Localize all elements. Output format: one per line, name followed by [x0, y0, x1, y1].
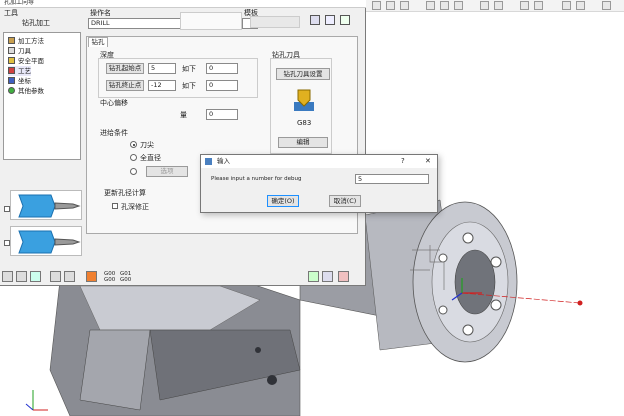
- drill-end-button[interactable]: 钻孔终止点: [106, 80, 144, 91]
- regen-label: 更新孔径计算: [104, 189, 146, 197]
- apply-icon[interactable]: [322, 271, 333, 282]
- operation-name-label: 操作名: [90, 9, 111, 17]
- toolbar-icon[interactable]: [440, 1, 449, 10]
- operation-tree[interactable]: 加工方法 刀具 安全平面 工艺 坐标 其他参数: [3, 32, 81, 160]
- toolbar-icon[interactable]: [494, 1, 503, 10]
- drill-tool-icon: [18, 194, 81, 218]
- center-offset-sub-label: 量: [180, 111, 187, 119]
- tree-item-other[interactable]: 其他参数: [8, 86, 44, 96]
- edit-button[interactable]: 编辑: [278, 137, 328, 148]
- drill-end-extra-input[interactable]: 0: [206, 80, 238, 91]
- toolbar-icon[interactable]: [562, 1, 571, 10]
- coordinate-icon: [8, 77, 15, 84]
- exit-icon[interactable]: [338, 271, 349, 282]
- window-title: 孔加工向导: [4, 0, 35, 6]
- dialog-title-bar: 输入 ? ✕: [201, 155, 437, 168]
- load-template-icon[interactable]: [325, 15, 335, 25]
- toolbar-icon[interactable]: [454, 1, 463, 10]
- dialog-prompt: Please input a number for debug: [211, 176, 302, 182]
- toolbar-icon[interactable]: [400, 1, 409, 10]
- tab-drill[interactable]: 钻孔: [88, 37, 108, 47]
- drill-start-input[interactable]: 5: [148, 63, 176, 74]
- window-title-bar: 孔加工向导: [0, 0, 366, 8]
- drill-cycle-label: G83: [297, 119, 312, 127]
- dialog-ok-button[interactable]: 确定(O): [267, 195, 299, 207]
- toolbar-icon[interactable]: [372, 1, 381, 10]
- input-dialog: 输入 ? ✕ Please input a number for debug 5…: [200, 154, 438, 213]
- folder-icon: [8, 37, 15, 44]
- toolbar-icon[interactable]: [534, 1, 543, 10]
- tree-item-coordinate[interactable]: 坐标: [8, 76, 31, 86]
- export-icon[interactable]: [64, 271, 75, 282]
- center-offset-label: 中心偏移: [100, 99, 128, 107]
- tree-item-process[interactable]: 工艺: [8, 66, 31, 76]
- save-icon[interactable]: [2, 271, 13, 282]
- gcode-button-1[interactable]: G00 G00: [104, 271, 118, 283]
- drill-tool-settings-button[interactable]: 钻孔刀具设置: [276, 68, 330, 80]
- gcode-button-2[interactable]: G01 G00: [120, 271, 134, 283]
- graphics-toolbar: [366, 0, 624, 12]
- toolbar-icon[interactable]: [520, 1, 529, 10]
- toolbar-icon[interactable]: [576, 1, 585, 10]
- stack-icon[interactable]: [86, 271, 97, 282]
- plane-icon: [8, 57, 15, 64]
- radio-full-label: 全直径: [140, 154, 161, 162]
- toolbar-icon[interactable]: [480, 1, 489, 10]
- close-icon[interactable]: ✕: [425, 158, 431, 165]
- save-template-icon[interactable]: [310, 15, 320, 25]
- drill-start-extra-input[interactable]: 0: [206, 63, 238, 74]
- toolbar-icon[interactable]: [602, 1, 611, 10]
- depth-correction-label: 孔深修正: [121, 203, 149, 211]
- toolbar-icon[interactable]: [386, 1, 395, 10]
- help-icon[interactable]: ?: [401, 158, 405, 165]
- dialog-title: 输入: [217, 157, 230, 165]
- radio-tip-label: 刀尖: [140, 141, 154, 149]
- tool-icon: [8, 47, 15, 54]
- radio-tip[interactable]: [130, 141, 137, 148]
- plus-icon: [8, 87, 15, 94]
- open-icon[interactable]: [16, 271, 27, 282]
- template-list-icon[interactable]: [340, 15, 350, 25]
- toolbar-icon[interactable]: [426, 1, 435, 10]
- center-offset-input[interactable]: 0: [206, 109, 238, 120]
- tree-item-method[interactable]: 加工方法: [8, 36, 44, 46]
- drill-start-suffix: 如下: [182, 65, 196, 73]
- approach-label: 进给条件: [100, 129, 128, 137]
- tool-thumbnail[interactable]: [10, 190, 82, 220]
- drill-end-input[interactable]: -12: [148, 80, 176, 91]
- dialog-cancel-button[interactable]: 取消(C): [329, 195, 361, 207]
- radio-custom[interactable]: [130, 168, 137, 175]
- template-preview: [180, 12, 242, 30]
- copy-icon[interactable]: [30, 271, 41, 282]
- tool-header-label: 工具: [4, 9, 18, 17]
- drill-tool-icon: [18, 230, 81, 254]
- tool-thumbnail[interactable]: [10, 226, 82, 256]
- dialog-number-input[interactable]: 5: [355, 174, 429, 184]
- hole-machining-window: 孔加工向导 工具 钻孔加工 加工方法 刀具 安全平面 工艺 坐标 其他参数 操作…: [0, 0, 366, 286]
- drill-cycle-icon: [294, 89, 314, 111]
- dialog-app-icon: [205, 158, 212, 165]
- drill-start-button[interactable]: 钻孔起始点: [106, 63, 144, 74]
- machining-type-label: 钻孔加工: [22, 19, 50, 27]
- process-icon: [8, 67, 15, 74]
- template-field[interactable]: [250, 16, 300, 28]
- tree-item-safety[interactable]: 安全平面: [8, 56, 44, 66]
- radio-full-diameter[interactable]: [130, 154, 137, 161]
- custom-option-button[interactable]: 选项: [146, 166, 188, 177]
- tree-item-tool[interactable]: 刀具: [8, 46, 31, 56]
- import-icon[interactable]: [50, 271, 61, 282]
- depth-correction-checkbox[interactable]: [112, 203, 118, 209]
- confirm-icon[interactable]: [308, 271, 319, 282]
- drill-end-suffix: 如下: [182, 82, 196, 90]
